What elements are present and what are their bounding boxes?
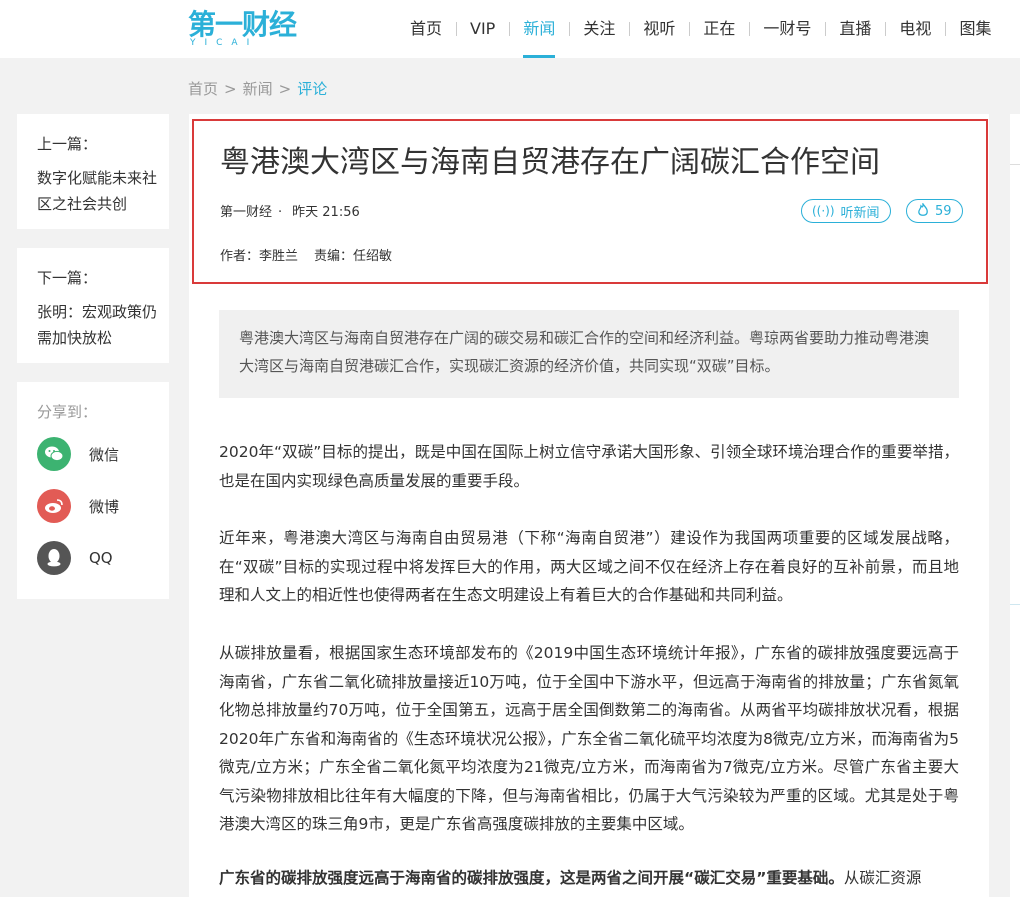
article-source[interactable]: 第一财经 bbox=[220, 205, 272, 220]
article-authors: 作者：李胜兰 责编：任绍敏 bbox=[220, 245, 392, 264]
article-bold-lead: 广东省的碳排放强度远高于海南省的碳排放强度，这是两省之间开展“碳汇交易”重要基础… bbox=[219, 869, 844, 887]
breadcrumb-separator: > bbox=[278, 80, 292, 98]
nav-news[interactable]: 新闻 bbox=[509, 0, 569, 58]
previous-article-panel: 上一篇： 数字化赋能未来社区之社会共创 bbox=[17, 114, 169, 229]
broadcast-icon: ((·)) bbox=[812, 204, 835, 218]
article-header: 粤港澳大湾区与海南自贸港存在广阔碳汇合作空间 第一财经 · 昨天 21:56 ((·… bbox=[192, 119, 988, 284]
previous-article-link[interactable]: 数字化赋能未来社区之社会共创 bbox=[37, 165, 157, 217]
meta-dot: · bbox=[278, 205, 283, 220]
like-count: 59 bbox=[935, 203, 952, 219]
main-nav: 首页 VIP 新闻 关注 视听 正在 一财号 直播 电视 图集 bbox=[396, 0, 1005, 58]
next-article-panel: 下一篇： 张明：宏观政策仍需加快放松 bbox=[17, 248, 169, 363]
article-author: 作者：李胜兰 bbox=[220, 249, 299, 264]
article-paragraph-rest: 从碳汇资源 bbox=[843, 869, 922, 887]
next-article-label: 下一篇： bbox=[37, 269, 98, 287]
nav-live[interactable]: 直播 bbox=[825, 0, 885, 58]
logo-subtext: YICAI bbox=[190, 38, 259, 48]
share-panel: 分享到： 微信 微博 QQ bbox=[17, 382, 169, 599]
breadcrumb: 首页 > 新闻 > 评论 bbox=[188, 78, 327, 99]
nav-follow[interactable]: 关注 bbox=[569, 0, 629, 58]
article-title: 粤港澳大湾区与海南自贸港存在广阔碳汇合作空间 bbox=[220, 145, 880, 180]
share-qq-button[interactable]: QQ bbox=[37, 540, 113, 576]
nav-vip[interactable]: VIP bbox=[456, 0, 509, 58]
article-summary: 粤港澳大湾区与海南自贸港存在广阔的碳交易和碳汇合作的空间和经济利益。粤琼两省要助… bbox=[219, 310, 959, 398]
logo-text: 第一财经 bbox=[188, 8, 297, 41]
share-weibo-button[interactable]: 微博 bbox=[37, 488, 119, 524]
yicai-logo[interactable]: 第一财经 YICAI bbox=[188, 8, 298, 50]
nav-tv[interactable]: 电视 bbox=[885, 0, 945, 58]
wechat-icon bbox=[37, 437, 71, 471]
flame-icon bbox=[917, 201, 929, 220]
share-wechat-label: 微信 bbox=[89, 445, 120, 464]
article-paragraph: 2020年“双碳”目标的提出，既是中国在国际上树立信守承诺大国形象、引领全球环境… bbox=[219, 443, 959, 490]
article-meta: 第一财经 · 昨天 21:56 bbox=[220, 201, 360, 220]
breadcrumb-news[interactable]: 新闻 bbox=[243, 80, 273, 98]
next-article-link[interactable]: 张明：宏观政策仍需加快放松 bbox=[37, 299, 157, 351]
nav-home[interactable]: 首页 bbox=[396, 0, 456, 58]
article-paragraph: 近年来，粤港澳大湾区与海南自由贸易港（下称“海南自贸港”）建设作为我国两项重要的… bbox=[219, 529, 959, 604]
breadcrumb-home[interactable]: 首页 bbox=[188, 80, 218, 98]
listen-news-button[interactable]: ((·)) 听新闻 bbox=[801, 199, 891, 223]
article-paragraph: 广东省的碳排放强度远高于海南省的碳排放强度，这是两省之间开展“碳汇交易”重要基础… bbox=[219, 864, 959, 893]
top-navigation-bar: 第一财经 YICAI 首页 VIP 新闻 关注 视听 正在 一财号 直播 电视 … bbox=[0, 0, 1020, 58]
share-qq-label: QQ bbox=[89, 549, 113, 567]
nav-video[interactable]: 视听 bbox=[629, 0, 689, 58]
listen-news-label: 听新闻 bbox=[840, 205, 880, 221]
breadcrumb-separator: > bbox=[224, 80, 237, 98]
qq-icon bbox=[37, 541, 71, 575]
share-label: 分享到： bbox=[37, 403, 98, 421]
like-button[interactable]: 59 bbox=[906, 199, 963, 223]
divider bbox=[1010, 164, 1020, 165]
article-editor: 责编：任绍敏 bbox=[314, 249, 393, 264]
right-sidebar-edge bbox=[1010, 114, 1020, 897]
article-time: 昨天 21:56 bbox=[292, 205, 360, 220]
weibo-icon bbox=[37, 489, 71, 523]
previous-article-label: 上一篇： bbox=[37, 135, 98, 153]
breadcrumb-current[interactable]: 评论 bbox=[297, 80, 327, 98]
divider bbox=[1010, 604, 1020, 605]
nav-gallery[interactable]: 图集 bbox=[945, 0, 1005, 58]
share-wechat-button[interactable]: 微信 bbox=[37, 436, 119, 472]
article: 粤港澳大湾区与海南自贸港存在广阔碳汇合作空间 第一财经 · 昨天 21:56 ((·… bbox=[189, 114, 989, 897]
article-paragraph: 从碳排放量看，根据国家生态环境部发布的《2019中国生态环境统计年报》，广东省的… bbox=[219, 644, 959, 833]
nav-now[interactable]: 正在 bbox=[689, 0, 749, 58]
nav-yicai-hao[interactable]: 一财号 bbox=[749, 0, 825, 58]
share-weibo-label: 微博 bbox=[89, 497, 120, 516]
